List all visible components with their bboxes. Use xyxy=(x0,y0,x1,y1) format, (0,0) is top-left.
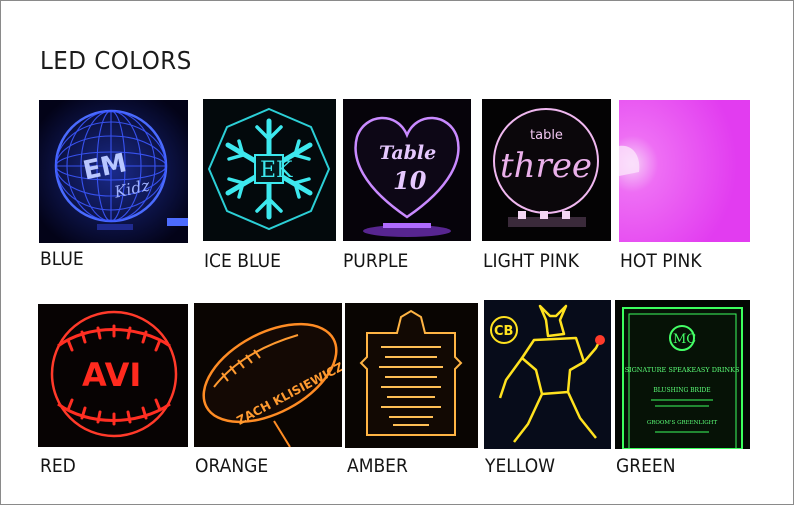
svg-text:EK: EK xyxy=(260,158,293,183)
sign-text: three xyxy=(500,146,592,186)
sign-text: BLUSHING BRIDE xyxy=(653,387,710,394)
swatch-label: HOT PINK xyxy=(620,250,702,272)
drink-menu-icon: MC SIGNATURE SPEAKEASY DRINKS BLUSHING B… xyxy=(615,300,750,449)
swatch-light-pink-image: table three xyxy=(482,99,611,241)
football-icon: ZACH KLISIEWICZ xyxy=(194,303,342,447)
sign-text: Table xyxy=(379,142,436,164)
snowflake-icon: EK xyxy=(203,99,336,241)
sign-text: AVI xyxy=(82,356,141,394)
swatch-label: BLUE xyxy=(40,248,84,270)
swatch-orange-image: ZACH KLISIEWICZ xyxy=(194,303,342,447)
swatch-red-image: AVI xyxy=(38,304,188,447)
swatch-label: GREEN xyxy=(616,455,676,477)
disco-ball-icon: EM Kidz xyxy=(39,100,188,243)
sign-text: GROOM'S GREENLIGHT xyxy=(647,420,718,426)
circle-sign-icon: table three xyxy=(482,99,611,241)
svg-text:MC: MC xyxy=(673,332,696,347)
sign-text: CB xyxy=(494,324,513,339)
swatch-ice-blue-image: EK xyxy=(203,99,336,241)
swatch-label: ORANGE xyxy=(195,455,269,477)
sign-text: table xyxy=(530,128,563,143)
swatch-amber-image xyxy=(345,303,478,448)
swatch-label: LIGHT PINK xyxy=(483,250,579,272)
heart-sign-icon: Table 10 xyxy=(343,99,471,241)
color-glow-icon xyxy=(619,100,750,242)
menu-sign-icon xyxy=(345,303,478,448)
swatch-purple-image: Table 10 xyxy=(343,99,471,241)
sign-text: SIGNATURE SPEAKEASY DRINKS xyxy=(625,366,740,374)
page-title: LED COLORS xyxy=(40,46,192,75)
baseball-icon: AVI xyxy=(38,304,188,447)
swatch-label: RED xyxy=(40,455,76,477)
swatch-label: YELLOW xyxy=(485,455,556,477)
swatch-hot-pink-image xyxy=(619,100,750,242)
swatch-green-image: MC SIGNATURE SPEAKEASY DRINKS BLUSHING B… xyxy=(615,300,750,449)
superhero-icon: CB xyxy=(484,300,611,449)
sign-text: 10 xyxy=(393,166,427,195)
swatch-label: ICE BLUE xyxy=(204,250,281,272)
swatch-label: PURPLE xyxy=(343,250,409,272)
swatch-label: AMBER xyxy=(347,455,408,477)
swatch-yellow-image: CB xyxy=(484,300,611,449)
swatch-blue-image: EM Kidz xyxy=(39,100,188,243)
